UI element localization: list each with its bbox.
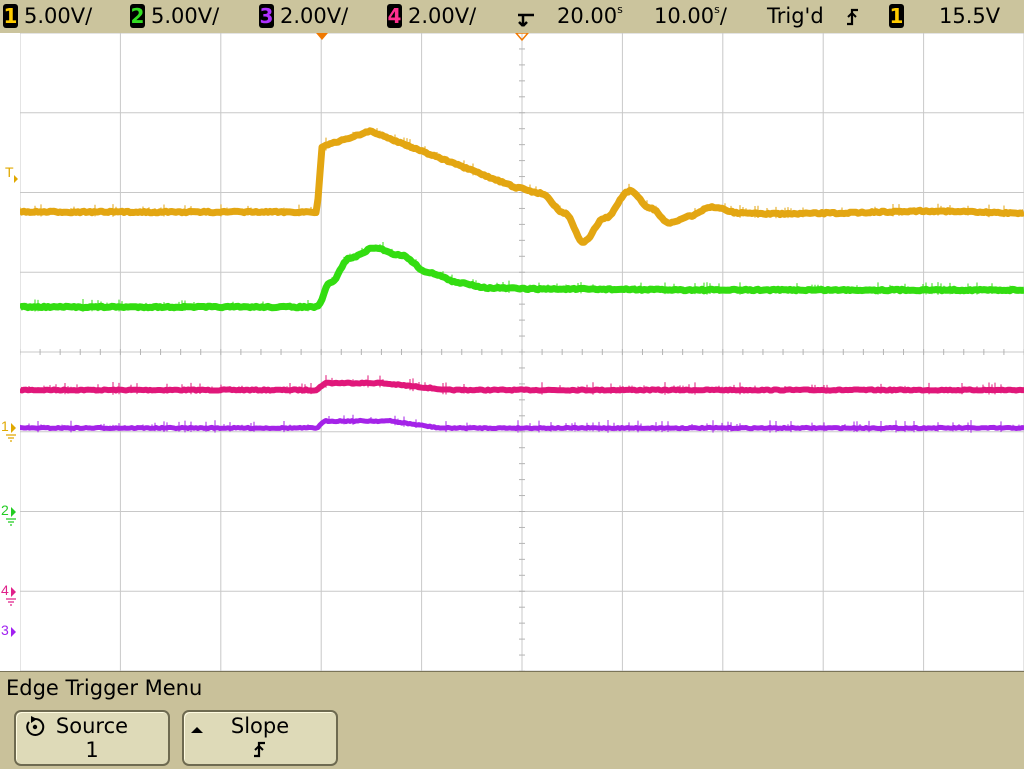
trigger-level: 15.5V xyxy=(939,4,1001,28)
channel-3-badge: 3 xyxy=(259,4,274,28)
status-bar: 1 5.00V/ 2 5.00V/ 3 2.00V/ 4 2.00V/ 20.0… xyxy=(0,0,1024,34)
ch4-ground-marker: 4 xyxy=(1,582,16,606)
trigger-slope-icon xyxy=(844,3,862,30)
timebase-value: 10.00s/ xyxy=(654,3,727,28)
delay-value: 20.00s xyxy=(557,3,623,28)
delay-icon xyxy=(515,3,537,30)
slope-value xyxy=(184,738,336,765)
source-value: 1 xyxy=(85,738,99,762)
channel-4-scale: 2.00V/ xyxy=(408,4,477,28)
slope-softkey[interactable]: Slope xyxy=(182,710,338,766)
slope-label: Slope xyxy=(230,714,290,738)
ch1-ground-marker: 1 xyxy=(1,418,16,442)
graticule xyxy=(20,33,1024,671)
channel-1-scale: 5.00V/ xyxy=(24,4,93,28)
trigger-source-badge: 1 xyxy=(889,4,904,28)
channel-4-badge: 4 xyxy=(387,4,402,28)
channel-marker-strip: T 1 2 4 3 xyxy=(0,33,20,671)
svg-text:3: 3 xyxy=(1,622,9,638)
svg-text:1: 1 xyxy=(1,418,9,434)
svg-text:4: 4 xyxy=(1,582,9,598)
channel-2-badge: 2 xyxy=(130,4,145,28)
channel-1-badge: 1 xyxy=(3,4,18,28)
svg-text:2: 2 xyxy=(1,502,9,518)
trigger-status: Trig'd xyxy=(767,4,824,28)
channel-2-scale: 5.00V/ xyxy=(151,4,220,28)
waveform-display[interactable] xyxy=(20,33,1024,671)
source-label: Source xyxy=(55,714,129,738)
softkey-menu: Edge Trigger Menu Source 1 Slope xyxy=(0,671,1024,769)
ch3-ground-marker: 3 xyxy=(1,622,16,638)
ch2-ground-marker: 2 xyxy=(1,502,16,526)
source-softkey[interactable]: Source 1 xyxy=(14,710,170,766)
trigger-point-marker xyxy=(316,33,328,40)
channel-3-scale: 2.00V/ xyxy=(280,4,349,28)
menu-title: Edge Trigger Menu xyxy=(6,676,203,700)
trigger-level-marker: T xyxy=(5,164,14,180)
